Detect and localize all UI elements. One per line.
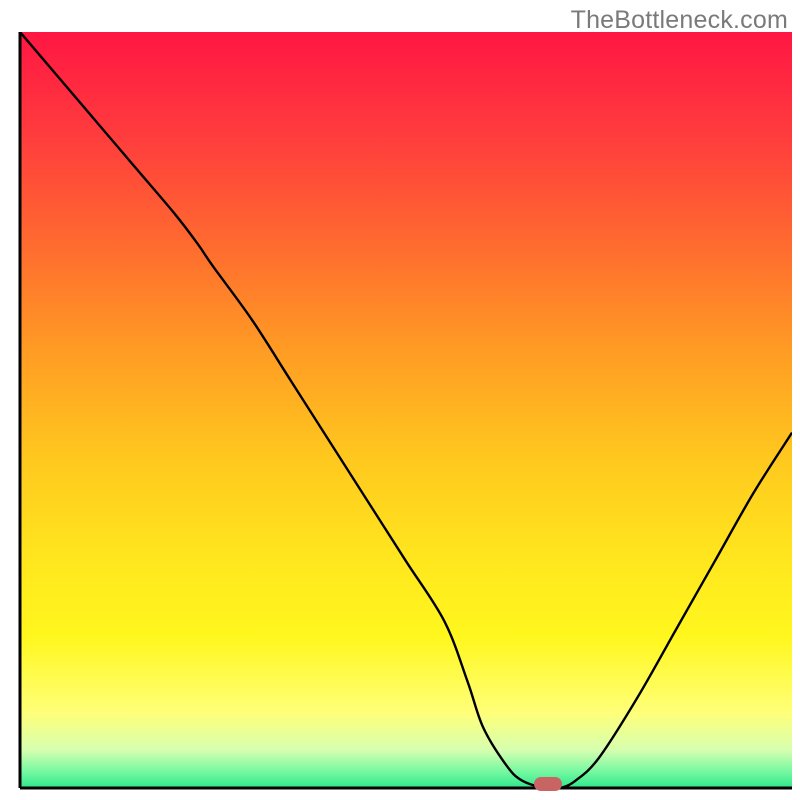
bottleneck-chart: TheBottleneck.com (0, 0, 800, 800)
gradient-background (20, 32, 792, 788)
watermark-text: TheBottleneck.com (571, 6, 788, 35)
plot-svg (0, 0, 800, 800)
optimal-point-marker (534, 777, 562, 791)
